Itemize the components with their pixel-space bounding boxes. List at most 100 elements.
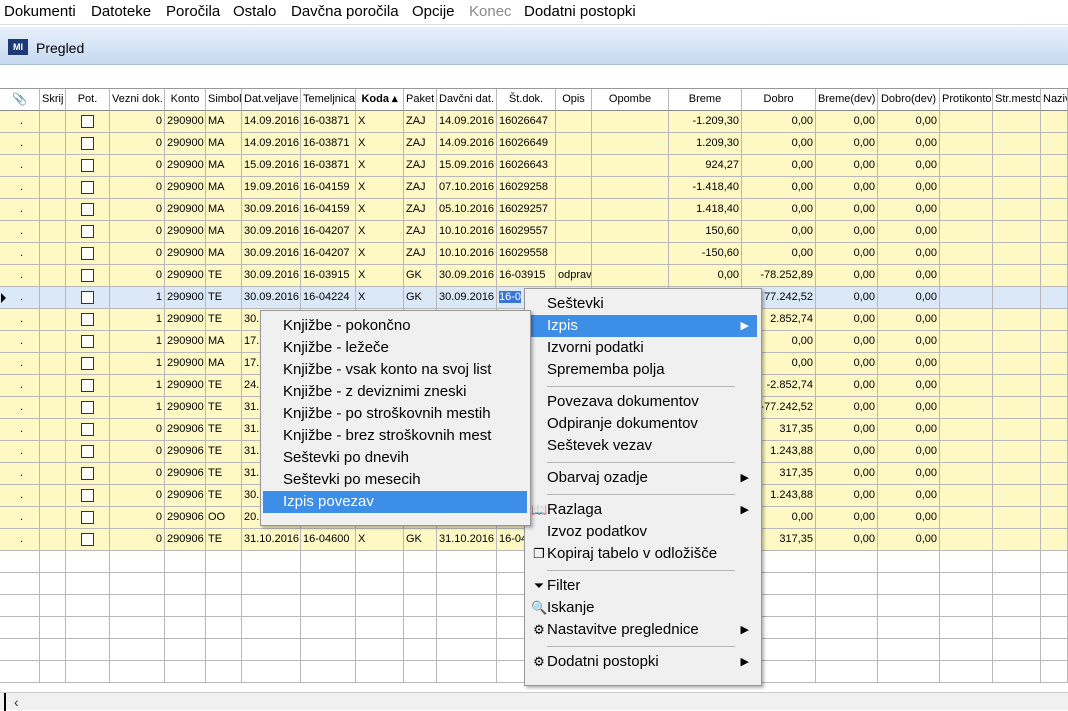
table-row[interactable]: . 0 290900 MA 14.09.2016 16-03871 X ZAJ 14.09.20… (0, 111, 1068, 133)
table-cell[interactable]: 16-03871 (301, 133, 356, 155)
table-cell[interactable]: 1 (110, 331, 165, 353)
table-cell[interactable] (66, 111, 110, 133)
menu-item-povezava-dokumentov[interactable]: Povezava dokumentov (527, 391, 757, 413)
table-cell[interactable] (66, 309, 110, 331)
checkbox[interactable] (81, 423, 94, 436)
table-cell[interactable] (940, 463, 993, 485)
table-cell[interactable]: -78.252,89 (742, 265, 816, 287)
table-cell[interactable] (993, 463, 1041, 485)
table-cell[interactable]: 0 (110, 199, 165, 221)
table-cell[interactable]: MA (206, 111, 242, 133)
table-cell[interactable]: MA (206, 331, 242, 353)
table-cell[interactable]: odprav (556, 265, 592, 287)
table-cell[interactable]: . (0, 133, 40, 155)
table-cell[interactable]: ZAJ (404, 111, 437, 133)
menu-item-se-tevek-vezav[interactable]: Seštevek vezav (527, 435, 757, 457)
table-cell[interactable]: 0,00 (816, 309, 878, 331)
table-cell[interactable]: TE (206, 265, 242, 287)
table-cell[interactable]: 0,00 (669, 265, 742, 287)
column-header-konto[interactable]: Konto (165, 89, 206, 111)
table-cell[interactable]: 0,00 (878, 177, 940, 199)
table-cell[interactable]: 16029258 (497, 177, 556, 199)
table-cell[interactable]: TE (206, 485, 242, 507)
menu-item-razlaga[interactable]: 📖 Razlaga ▶ (527, 499, 757, 521)
table-cell[interactable]: 0,00 (816, 353, 878, 375)
table-cell[interactable] (940, 199, 993, 221)
table-cell[interactable]: 290900 (165, 353, 206, 375)
table-cell[interactable]: 1 (110, 353, 165, 375)
table-cell[interactable]: 0,00 (878, 199, 940, 221)
column-header-str-mesto[interactable]: Str.mesto (993, 89, 1041, 111)
table-cell[interactable] (1041, 331, 1068, 353)
table-cell[interactable] (40, 419, 66, 441)
table-cell[interactable]: 16-04159 (301, 199, 356, 221)
table-cell[interactable] (993, 441, 1041, 463)
table-cell[interactable]: 290906 (165, 441, 206, 463)
table-cell[interactable]: 30.09.2016 (242, 265, 301, 287)
column-header--t-dok-[interactable]: Št.dok. (497, 89, 556, 111)
checkbox[interactable] (81, 401, 94, 414)
checkbox[interactable] (81, 511, 94, 524)
table-cell[interactable]: 16-04207 (301, 243, 356, 265)
table-cell[interactable] (940, 419, 993, 441)
column-header-dat-veljave[interactable]: Dat.veljave (242, 89, 301, 111)
table-cell[interactable] (1041, 441, 1068, 463)
table-cell[interactable]: X (356, 287, 404, 309)
table-cell[interactable]: 1.209,30 (669, 133, 742, 155)
column-header-opis[interactable]: Opis (556, 89, 592, 111)
table-cell[interactable]: 0,00 (878, 529, 940, 551)
table-cell[interactable]: 15.09.2016 (242, 155, 301, 177)
table-cell[interactable]: X (356, 111, 404, 133)
checkbox[interactable] (81, 269, 94, 282)
table-cell[interactable]: 0,00 (742, 155, 816, 177)
table-cell[interactable]: . (0, 419, 40, 441)
column-header-naziv[interactable]: Naziv (1041, 89, 1068, 111)
table-cell[interactable] (993, 353, 1041, 375)
table-cell[interactable] (993, 507, 1041, 529)
checkbox[interactable] (81, 533, 94, 546)
table-cell[interactable]: X (356, 243, 404, 265)
table-cell[interactable]: 0 (110, 177, 165, 199)
table-cell[interactable]: 0,00 (742, 221, 816, 243)
table-cell[interactable]: 1 (110, 309, 165, 331)
table-cell[interactable]: 0,00 (816, 507, 878, 529)
menu-item-filter[interactable]: ⏷ Filter (527, 575, 757, 597)
table-cell[interactable]: 290900 (165, 133, 206, 155)
table-cell[interactable] (940, 441, 993, 463)
menu-dodatni-postopki[interactable]: Dodatni postopki (524, 3, 636, 20)
table-cell[interactable]: -1.209,30 (669, 111, 742, 133)
table-cell[interactable] (40, 133, 66, 155)
table-cell[interactable]: 0 (110, 265, 165, 287)
table-cell[interactable]: TE (206, 529, 242, 551)
table-cell[interactable]: . (0, 397, 40, 419)
table-cell[interactable] (940, 111, 993, 133)
menu-opcije[interactable]: Opcije (412, 3, 455, 20)
table-cell[interactable]: 290900 (165, 309, 206, 331)
menu-item-sprememba-polja[interactable]: Sprememba polja (527, 359, 757, 381)
table-cell[interactable]: . (0, 111, 40, 133)
table-cell[interactable] (40, 111, 66, 133)
column-header-paket[interactable]: Paket (404, 89, 437, 111)
checkbox[interactable] (81, 159, 94, 172)
submenu-item-knji-be-pokon-no[interactable]: Knjižbe - pokončno (263, 315, 527, 337)
table-cell[interactable]: 0,00 (816, 177, 878, 199)
table-cell[interactable]: MA (206, 221, 242, 243)
table-cell[interactable] (940, 265, 993, 287)
table-cell[interactable]: -150,60 (669, 243, 742, 265)
table-cell[interactable]: 0,00 (816, 111, 878, 133)
table-cell[interactable]: 0,00 (742, 177, 816, 199)
submenu-item-knji-be-po-stro-kovnih-mestih[interactable]: Knjižbe - po stroškovnih mestih (263, 403, 527, 425)
table-cell[interactable]: . (0, 287, 40, 309)
table-cell[interactable] (40, 529, 66, 551)
table-cell[interactable] (940, 221, 993, 243)
table-cell[interactable] (993, 375, 1041, 397)
menu-dav-na-poro-ila[interactable]: Davčna poročila (291, 3, 399, 20)
submenu-item-knji-be-z-deviznimi-zneski[interactable]: Knjižbe - z deviznimi zneski (263, 381, 527, 403)
table-cell[interactable] (993, 397, 1041, 419)
table-cell[interactable] (1041, 243, 1068, 265)
submenu-item-knji-be-le-e-e[interactable]: Knjižbe - ležeče (263, 337, 527, 359)
table-cell[interactable] (993, 155, 1041, 177)
table-cell[interactable]: 0,00 (878, 309, 940, 331)
table-cell[interactable] (40, 221, 66, 243)
checkbox[interactable] (81, 489, 94, 502)
